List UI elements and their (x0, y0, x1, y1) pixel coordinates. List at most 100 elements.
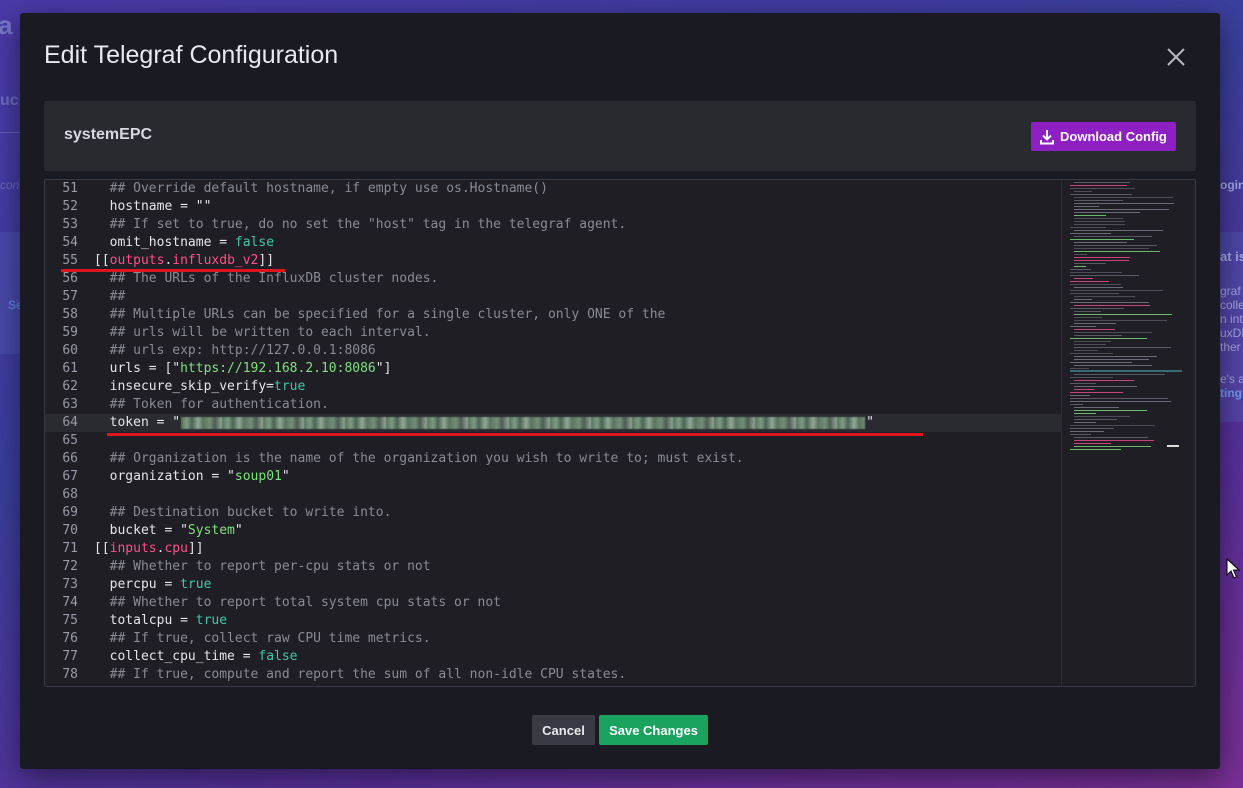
minimap-line (1070, 281, 1109, 282)
line-number: 71 (62, 541, 78, 556)
line-number: 57 (62, 289, 78, 304)
code-line[interactable]: 76 ## If true, collect raw CPU time metr… (45, 630, 1061, 648)
code-line[interactable]: 75 totalcpu = true (45, 612, 1061, 630)
code-text: ## Organization is the name of the organ… (94, 451, 744, 466)
code-line[interactable]: 67 organization = "soup01" (45, 468, 1061, 486)
code-line[interactable]: 56 ## The URLs of the InfluxDB cluster n… (45, 270, 1061, 288)
code-line[interactable]: 74 ## Whether to report total system cpu… (45, 594, 1061, 612)
code-line[interactable]: 52 hostname = "" (45, 198, 1061, 216)
config-name: systemEPC (64, 126, 153, 143)
code-text: [[inputs.cpu]] (94, 541, 204, 556)
line-number: 63 (62, 397, 78, 412)
code-text: ## urls will be written to each interval… (94, 325, 431, 340)
code-text: hostname = "" (94, 199, 212, 214)
redacted-token (181, 416, 866, 429)
minimap-line (1070, 293, 1119, 294)
minimap-line (1074, 212, 1140, 213)
minimap-line (1074, 200, 1123, 201)
code-line[interactable]: 51 ## Override default hostname, if empt… (45, 180, 1061, 198)
annotation-underline (61, 269, 285, 272)
minimap-line (1074, 422, 1096, 423)
minimap-line (1074, 440, 1154, 441)
code-line[interactable]: 53 ## If set to true, do no set the "hos… (45, 216, 1061, 234)
code-text: token = " " (94, 415, 874, 430)
minimap-line (1074, 305, 1150, 306)
line-number: 56 (62, 271, 78, 286)
code-text: ## Whether to report per-cpu stats or no… (94, 559, 431, 574)
line-number: 70 (62, 523, 78, 538)
code-line[interactable]: 64 token = " " (45, 414, 1061, 432)
code-line[interactable]: 66 ## Organization is the name of the or… (45, 450, 1061, 468)
code-line[interactable]: 72 ## Whether to report per-cpu stats or… (45, 558, 1061, 576)
save-changes-button[interactable]: Save Changes (599, 715, 708, 745)
code-text: ## (94, 289, 126, 304)
minimap-line (1074, 236, 1152, 237)
minimap-line (1074, 215, 1106, 216)
code-line[interactable]: 69 ## Destination bucket to write into. (45, 504, 1061, 522)
download-config-label: Download Config (1060, 129, 1167, 144)
minimap-line (1070, 398, 1168, 399)
background-right-line: e's a (1220, 372, 1243, 386)
minimap-line (1074, 389, 1094, 390)
minimap-line (1070, 284, 1121, 285)
background-right-line: uxDB (1220, 326, 1243, 340)
line-number: 74 (62, 595, 78, 610)
code-line[interactable]: 58 ## Multiple URLs can be specified for… (45, 306, 1061, 324)
code-line[interactable]: 77 collect_cpu_time = false (45, 648, 1061, 666)
minimap-line (1070, 275, 1139, 276)
minimap[interactable] (1061, 180, 1195, 686)
minimap-line (1074, 329, 1115, 330)
code-line[interactable]: 54 omit_hostname = false (45, 234, 1061, 252)
code-line[interactable]: 61 urls = ["https://192.168.2.10:8086"] (45, 360, 1061, 378)
code-line[interactable]: 63 ## Token for authentication. (45, 396, 1061, 414)
line-number: 62 (62, 379, 78, 394)
minimap-line (1074, 320, 1167, 321)
close-icon[interactable] (1164, 45, 1188, 69)
code-text: omit_hostname = false (94, 235, 275, 250)
line-number: 72 (62, 559, 78, 574)
code-line[interactable]: 70 bucket = "System" (45, 522, 1061, 540)
minimap-line (1074, 443, 1111, 444)
minimap-line (1074, 242, 1127, 243)
line-number: 73 (62, 577, 78, 592)
code-line[interactable]: 62 insecure_skip_verify=true (45, 378, 1061, 396)
minimap-line (1074, 191, 1092, 192)
cancel-button[interactable]: Cancel (532, 715, 595, 745)
code-line[interactable]: 71 [[inputs.cpu]] (45, 540, 1061, 558)
code-line[interactable]: 68 (45, 486, 1061, 504)
background-panel-left (0, 232, 20, 354)
minimap-scroll-marker[interactable] (1167, 445, 1179, 447)
minimap-line (1070, 383, 1096, 384)
minimap-line (1074, 317, 1102, 318)
minimap-line (1070, 188, 1135, 189)
code-line[interactable]: 60 ## urls exp: http://127.0.0.1:8086 (45, 342, 1061, 360)
code-text: ## Token for authentication. (94, 397, 329, 412)
minimap-line (1074, 350, 1098, 351)
minimap-line (1070, 290, 1163, 291)
minimap-line (1070, 431, 1104, 432)
code-line[interactable]: 73 percpu = true (45, 576, 1061, 594)
config-header: systemEPC Download Config (44, 101, 1196, 171)
download-config-button[interactable]: Download Config (1031, 122, 1176, 151)
code-line[interactable]: 59 ## urls will be written to each inter… (45, 324, 1061, 342)
minimap-line (1074, 251, 1160, 252)
minimap-line (1074, 296, 1135, 297)
minimap-line (1070, 377, 1113, 378)
code-text: ## Override default hostname, if empty u… (94, 181, 548, 196)
minimap-line (1074, 299, 1092, 300)
code-line[interactable]: 57 ## (45, 288, 1061, 306)
line-number: 76 (62, 631, 78, 646)
minimap-line (1070, 395, 1090, 396)
minimap-line (1074, 347, 1171, 348)
minimap-line (1070, 227, 1106, 228)
code-editor[interactable]: 51 ## Override default hostname, if empt… (44, 179, 1196, 687)
code-line[interactable]: 55 [[outputs.influxdb_v2]] (45, 252, 1061, 270)
code-line[interactable]: 78 ## If true, compute and report the su… (45, 666, 1061, 684)
code-area[interactable]: 51 ## Override default hostname, if empt… (45, 180, 1061, 686)
minimap-line (1074, 311, 1101, 312)
code-text: totalcpu = true (94, 613, 228, 628)
minimap-line (1070, 449, 1121, 450)
minimap-viewport-highlight (1070, 370, 1182, 372)
code-text: ## If true, collect raw CPU time metrics… (94, 631, 431, 646)
code-text: urls = ["https://192.168.2.10:8086"] (94, 361, 392, 376)
